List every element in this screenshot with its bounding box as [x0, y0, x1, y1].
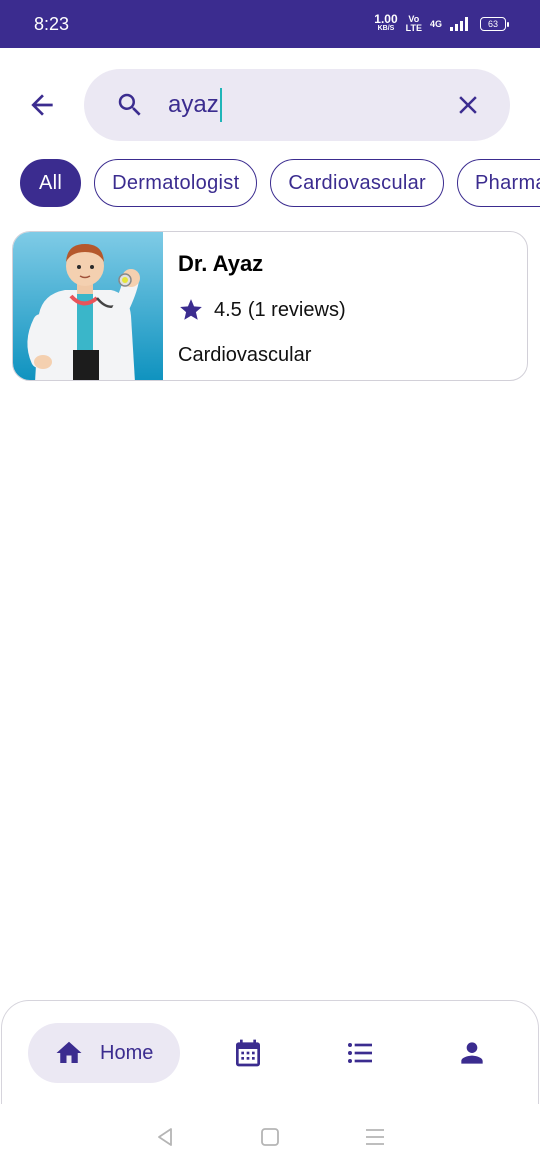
status-time: 8:23	[34, 13, 70, 34]
nav-home-label: Home	[100, 1041, 154, 1064]
clear-search-button[interactable]	[450, 87, 486, 123]
nav-profile[interactable]	[456, 1037, 488, 1069]
person-icon	[461, 1042, 483, 1064]
list-icon	[348, 1043, 372, 1063]
volte-indicator: Vo LTE	[406, 15, 422, 33]
square-home-icon	[261, 1128, 279, 1146]
chip-all[interactable]: All	[20, 159, 82, 207]
nav-list[interactable]	[344, 1037, 376, 1069]
signal-icon	[450, 17, 468, 31]
network-speed-unit: KB/S	[377, 25, 395, 32]
system-menu-button[interactable]	[361, 1123, 389, 1151]
doctor-card-body: Dr. Ayaz 4.5 (1 reviews) Cardiovascular	[163, 232, 346, 380]
battery-icon: 63	[480, 17, 509, 31]
network-speed: 1.00 KB/S	[374, 12, 398, 33]
status-indicators: 1.00 KB/S Vo LTE 4G 63	[374, 12, 509, 33]
nav-home[interactable]: Home	[28, 1023, 180, 1083]
menu-lines-icon	[366, 1129, 385, 1145]
review-count: (1 reviews)	[247, 298, 346, 321]
lte-label: LTE	[405, 23, 422, 33]
doctor-card[interactable]: Dr. Ayaz 4.5 (1 reviews) Cardiovascular	[12, 231, 528, 381]
rating-row: 4.5 (1 reviews)	[178, 297, 346, 323]
search-input[interactable]: ayaz	[168, 88, 450, 122]
network-speed-value: 1.00	[374, 12, 398, 26]
doctor-specialty: Cardiovascular	[178, 344, 312, 366]
doctor-avatar	[13, 232, 163, 380]
chip-cardiovascular[interactable]: Cardiovascular	[270, 159, 445, 207]
filter-chips: All Dermatologist Cardiovascular Pharmac…	[20, 159, 540, 207]
text-caret	[219, 88, 222, 122]
back-button[interactable]	[22, 82, 62, 128]
search-icon	[114, 89, 146, 121]
bottom-navigation: Home	[1, 1000, 539, 1110]
search-input-value: ayaz	[168, 91, 219, 118]
network-type: 4G	[429, 19, 442, 29]
arrow-left-icon	[31, 94, 53, 116]
chip-dermatologist[interactable]: Dermatologist	[94, 159, 258, 207]
status-bar: 8:23 1.00 KB/S Vo LTE 4G 63	[0, 0, 540, 48]
battery-level: 63	[487, 19, 498, 29]
system-back-button[interactable]	[151, 1123, 179, 1151]
chip-pharmacist[interactable]: Pharmacist	[457, 159, 540, 207]
star-icon	[178, 297, 204, 323]
doctor-name: Dr. Ayaz	[178, 251, 264, 276]
calendar-icon	[236, 1039, 260, 1067]
system-navigation	[0, 1104, 540, 1170]
close-icon	[459, 96, 477, 114]
home-icon	[56, 1041, 82, 1063]
system-home-button[interactable]	[256, 1123, 284, 1151]
rating-value: 4.5	[214, 298, 242, 321]
triangle-back-icon	[157, 1128, 172, 1146]
search-bar[interactable]: ayaz	[84, 69, 510, 141]
nav-appointments[interactable]	[232, 1037, 264, 1069]
